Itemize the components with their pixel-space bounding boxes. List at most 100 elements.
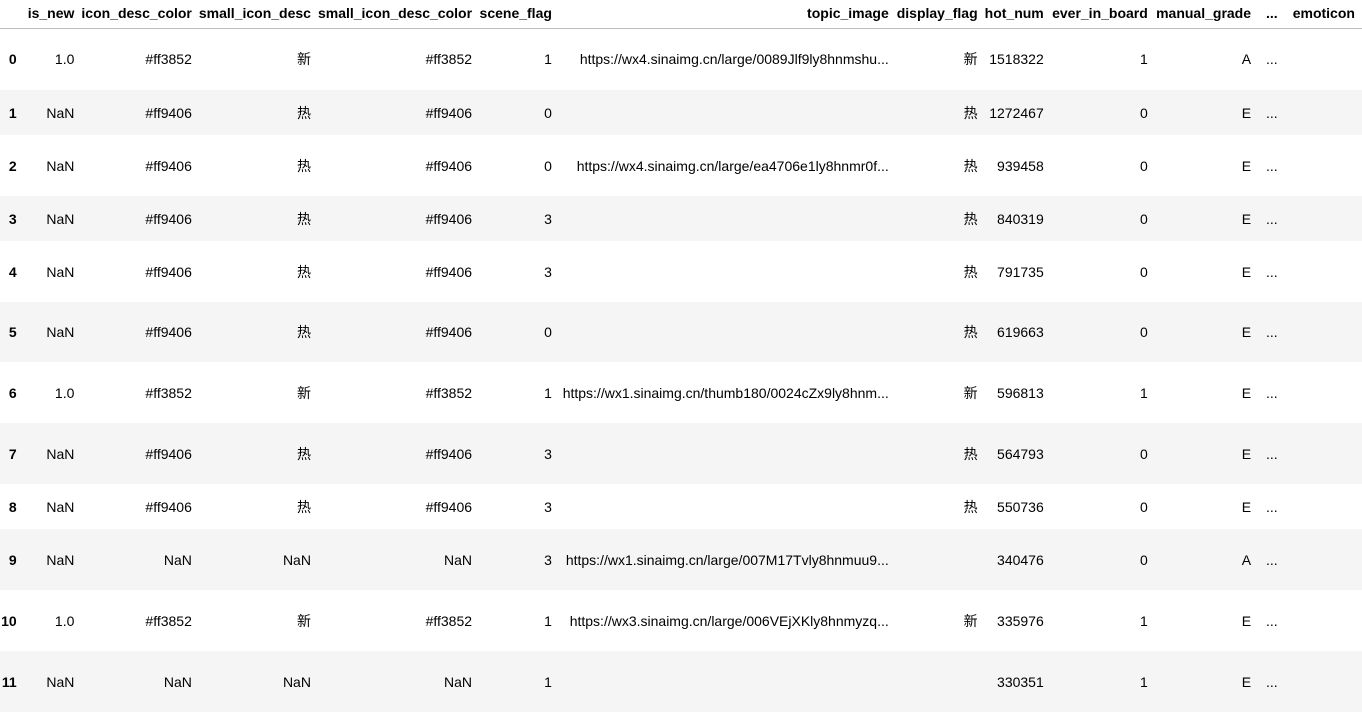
cell-small-icon-desc-color: NaN bbox=[444, 673, 473, 690]
table-row: 3 NaN #ff9406 热 #ff9406 3 热 840319 0 E... bbox=[0, 196, 1362, 241]
cell-ever-in-board: 0 bbox=[1140, 210, 1148, 227]
cell-ellipsis: ... bbox=[1266, 263, 1278, 280]
cell-topic-image: https://wx1.sinaimg.cn/thumb180/0024cZx9… bbox=[562, 384, 889, 401]
table-row: 7 NaN #ff9406 热 #ff9406 3 热 564793 0 E... bbox=[0, 423, 1362, 484]
cell-emoticon bbox=[1285, 302, 1362, 362]
cell-topic-image bbox=[559, 651, 896, 712]
cell-hot-num: 340476 bbox=[997, 551, 1044, 568]
cell-small-icon-desc: 热 bbox=[296, 263, 311, 280]
header-row: is_new icon_desc_color small_icon_desc s… bbox=[0, 0, 1362, 29]
cell-emoticon bbox=[1285, 90, 1362, 135]
cell-emoticon bbox=[1285, 484, 1362, 529]
cell-is-new: NaN bbox=[46, 104, 75, 121]
cell-ever-in-board: 0 bbox=[1140, 104, 1148, 121]
cell-topic-image bbox=[559, 423, 896, 484]
cell-scene-flag: 3 bbox=[544, 445, 552, 462]
cell-icon-desc-color: #ff9406 bbox=[145, 157, 192, 174]
cell-small-icon-desc: NaN bbox=[282, 673, 311, 690]
cell-scene-flag: 3 bbox=[544, 210, 552, 227]
cell-scene-flag: 0 bbox=[544, 157, 552, 174]
cell-emoticon bbox=[1285, 28, 1362, 90]
cell-emoticon bbox=[1285, 196, 1362, 241]
cell-display-flag bbox=[896, 529, 985, 590]
cell-icon-desc-color: #ff9406 bbox=[145, 498, 192, 515]
cell-manual-grade: E bbox=[1241, 157, 1252, 174]
cell-display-flag: 热 bbox=[963, 498, 978, 515]
cell-is-new: NaN bbox=[46, 551, 75, 568]
cell-small-icon-desc-color: #ff9406 bbox=[425, 498, 473, 515]
cell-small-icon-desc: 热 bbox=[296, 445, 311, 462]
cell-hot-num: 596813 bbox=[997, 384, 1044, 401]
row-index: 6 bbox=[8, 384, 17, 401]
table-header: is_new icon_desc_color small_icon_desc s… bbox=[0, 0, 1362, 29]
row-index: 8 bbox=[8, 498, 17, 515]
cell-manual-grade: E bbox=[1241, 612, 1252, 629]
cell-scene-flag: 3 bbox=[544, 498, 552, 515]
cell-ellipsis: ... bbox=[1266, 498, 1278, 515]
cell-icon-desc-color: NaN bbox=[163, 673, 192, 690]
cell-manual-grade: E bbox=[1241, 445, 1252, 462]
cell-scene-flag: 0 bbox=[544, 104, 552, 121]
cell-hot-num: 335976 bbox=[997, 612, 1044, 629]
cell-ellipsis: ... bbox=[1266, 612, 1278, 629]
cell-display-flag: 热 bbox=[963, 157, 978, 174]
cell-small-icon-desc-color: #ff9406 bbox=[425, 324, 473, 340]
cell-is-new: NaN bbox=[46, 324, 75, 340]
table-body: 0 1.0 #ff3852 新 #ff3852 1 https://wx4.sinaimg.… bbox=[0, 28, 1362, 712]
cell-small-icon-desc: 新 bbox=[296, 612, 311, 629]
index-header bbox=[0, 0, 27, 29]
cell-topic-image bbox=[559, 90, 896, 135]
cell-display-flag bbox=[896, 651, 985, 712]
cell-small-icon-desc-color: #ff3852 bbox=[425, 51, 473, 68]
cell-ellipsis: ... bbox=[1266, 51, 1278, 68]
cell-is-new: NaN bbox=[46, 445, 75, 462]
cell-display-flag: 热 bbox=[963, 263, 978, 280]
cell-small-icon-desc-color: #ff9406 bbox=[425, 104, 473, 121]
cell-emoticon bbox=[1285, 529, 1362, 590]
cell-icon-desc-color: #ff3852 bbox=[145, 612, 192, 629]
cell-manual-grade: E bbox=[1241, 104, 1252, 121]
column-header: scene_flag bbox=[479, 0, 559, 29]
cell-ever-in-board: 1 bbox=[1140, 51, 1148, 68]
cell-small-icon-desc: 热 bbox=[296, 498, 311, 515]
cell-small-icon-desc-color: #ff9406 bbox=[425, 263, 473, 280]
column-header: display_flag bbox=[895, 0, 985, 29]
table-row: 9 NaN NaN NaN NaN 3 https://wx1.sinaimg.cn/lar… bbox=[0, 529, 1362, 590]
cell-ellipsis: ... bbox=[1266, 673, 1278, 690]
table-row: 4 NaN #ff9406 热 #ff9406 3 热 791735 0 E... bbox=[0, 241, 1362, 302]
cell-small-icon-desc-color: #ff9406 bbox=[425, 157, 473, 174]
cell-hot-num: 939458 bbox=[997, 157, 1044, 174]
cell-topic-image: https://wx1.sinaimg.cn/large/007M17Tvly8… bbox=[565, 551, 889, 568]
cell-ever-in-board: 1 bbox=[1140, 612, 1148, 629]
cell-emoticon bbox=[1285, 241, 1362, 302]
cell-emoticon bbox=[1285, 362, 1362, 423]
cell-small-icon-desc: 新 bbox=[296, 384, 311, 401]
table-row: 8 NaN #ff9406 热 #ff9406 3 热 550736 0 E... bbox=[0, 484, 1362, 529]
row-index: 9 bbox=[8, 551, 17, 568]
column-header: is_new bbox=[26, 0, 82, 29]
table-row: 6 1.0 #ff3852 新 #ff3852 1 https://wx1.sinaimg.… bbox=[0, 362, 1362, 423]
cell-small-icon-desc-color: #ff3852 bbox=[425, 384, 473, 401]
cell-icon-desc-color: #ff9406 bbox=[145, 263, 192, 280]
cell-is-new: NaN bbox=[46, 210, 75, 227]
cell-small-icon-desc: 热 bbox=[296, 157, 311, 174]
cell-hot-num: 1518322 bbox=[989, 51, 1044, 68]
cell-hot-num: 550736 bbox=[997, 498, 1044, 515]
row-index: 10 bbox=[1, 612, 17, 629]
cell-display-flag: 热 bbox=[963, 104, 978, 121]
column-header: icon_desc_color bbox=[81, 0, 199, 29]
cell-hot-num: 1272467 bbox=[989, 104, 1044, 121]
cell-manual-grade: E bbox=[1241, 673, 1252, 690]
cell-manual-grade: A bbox=[1241, 51, 1252, 68]
cell-scene-flag: 3 bbox=[544, 263, 552, 280]
cell-icon-desc-color: NaN bbox=[163, 551, 192, 568]
cell-icon-desc-color: #ff9406 bbox=[145, 104, 192, 121]
cell-display-flag: 热 bbox=[963, 324, 978, 340]
row-index: 4 bbox=[8, 263, 17, 280]
cell-small-icon-desc: NaN bbox=[282, 551, 311, 568]
cell-scene-flag: 1 bbox=[544, 384, 552, 401]
cell-is-new: NaN bbox=[46, 263, 75, 280]
row-index: 11 bbox=[1, 673, 17, 690]
cell-hot-num: 840319 bbox=[997, 210, 1044, 227]
cell-emoticon bbox=[1285, 590, 1362, 651]
